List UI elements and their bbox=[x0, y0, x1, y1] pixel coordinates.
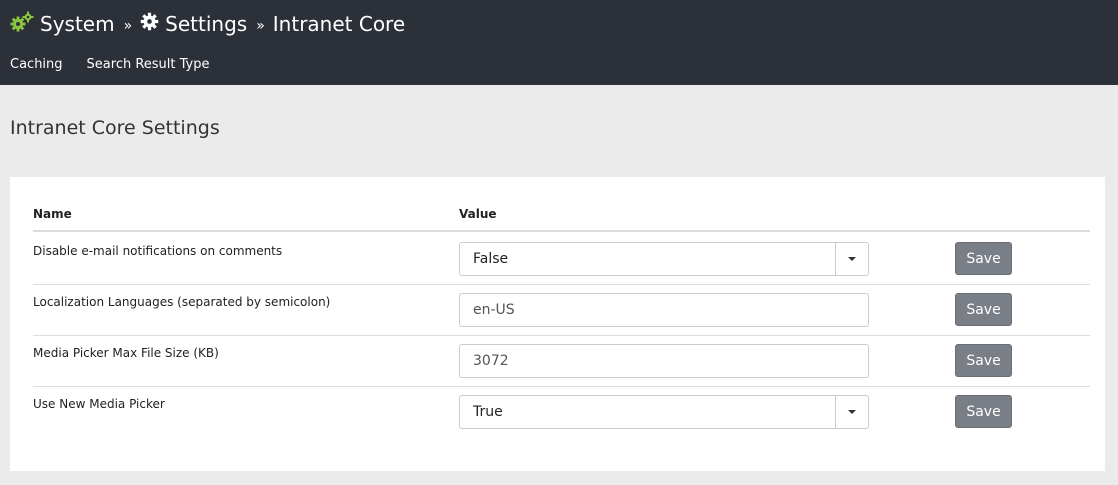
selected-value: False bbox=[473, 251, 509, 267]
settings-panel: Name Value Disable e-mail notifications … bbox=[10, 177, 1105, 471]
value-input[interactable]: en-US bbox=[459, 293, 869, 327]
page-title: Intranet Core Settings bbox=[10, 117, 220, 139]
setting-name: Media Picker Max File Size (KB) bbox=[33, 346, 219, 360]
breadcrumb-label: Intranet Core bbox=[272, 12, 406, 36]
breadcrumb-label: System bbox=[40, 12, 115, 36]
breadcrumb-intranet-core: Intranet Core bbox=[273, 12, 405, 36]
table-row: Use New Media Picker True Save bbox=[33, 387, 1090, 438]
setting-name: Localization Languages (separated by sem… bbox=[33, 295, 331, 309]
caret-down-icon bbox=[848, 257, 856, 261]
input-value: en-US bbox=[473, 302, 515, 318]
subnav-caching[interactable]: Caching bbox=[10, 57, 63, 72]
breadcrumb-separator: » bbox=[123, 18, 133, 34]
column-header-value: Value bbox=[459, 207, 497, 221]
breadcrumb-settings[interactable]: Settings bbox=[140, 12, 247, 36]
setting-name: Disable e-mail notifications on comments bbox=[33, 244, 283, 258]
save-button[interactable]: Save bbox=[955, 293, 1012, 326]
value-input[interactable]: 3072 bbox=[459, 344, 869, 378]
dropdown-toggle[interactable] bbox=[835, 396, 868, 428]
gear-icon bbox=[140, 12, 159, 36]
table-row: Disable e-mail notifications on comments… bbox=[33, 234, 1090, 285]
breadcrumb-label: Settings bbox=[165, 12, 248, 36]
breadcrumb-system[interactable]: System bbox=[10, 11, 115, 38]
gears-icon bbox=[10, 11, 34, 38]
input-value: 3072 bbox=[473, 353, 509, 369]
caret-down-icon bbox=[848, 410, 856, 414]
table-header: Name Value bbox=[33, 206, 1090, 232]
breadcrumb-separator: » bbox=[256, 18, 265, 34]
selected-value: True bbox=[473, 404, 503, 420]
value-select[interactable]: False bbox=[459, 242, 869, 276]
top-bar: System » Settings » Intranet Core Cachin… bbox=[0, 0, 1118, 85]
sub-navigation: Caching Search Result Type bbox=[10, 57, 234, 72]
save-button[interactable]: Save bbox=[955, 395, 1012, 428]
table-row: Media Picker Max File Size (KB) 3072 Sav… bbox=[33, 336, 1090, 387]
value-select[interactable]: True bbox=[459, 395, 869, 429]
save-button[interactable]: Save bbox=[955, 344, 1012, 377]
setting-name: Use New Media Picker bbox=[33, 397, 165, 411]
column-header-name: Name bbox=[33, 207, 72, 221]
save-button[interactable]: Save bbox=[955, 242, 1012, 275]
breadcrumb: System » Settings » Intranet Core bbox=[10, 10, 405, 38]
table-row: Localization Languages (separated by sem… bbox=[33, 285, 1090, 336]
subnav-search-result-type[interactable]: Search Result Type bbox=[87, 57, 210, 72]
dropdown-toggle[interactable] bbox=[835, 243, 868, 275]
